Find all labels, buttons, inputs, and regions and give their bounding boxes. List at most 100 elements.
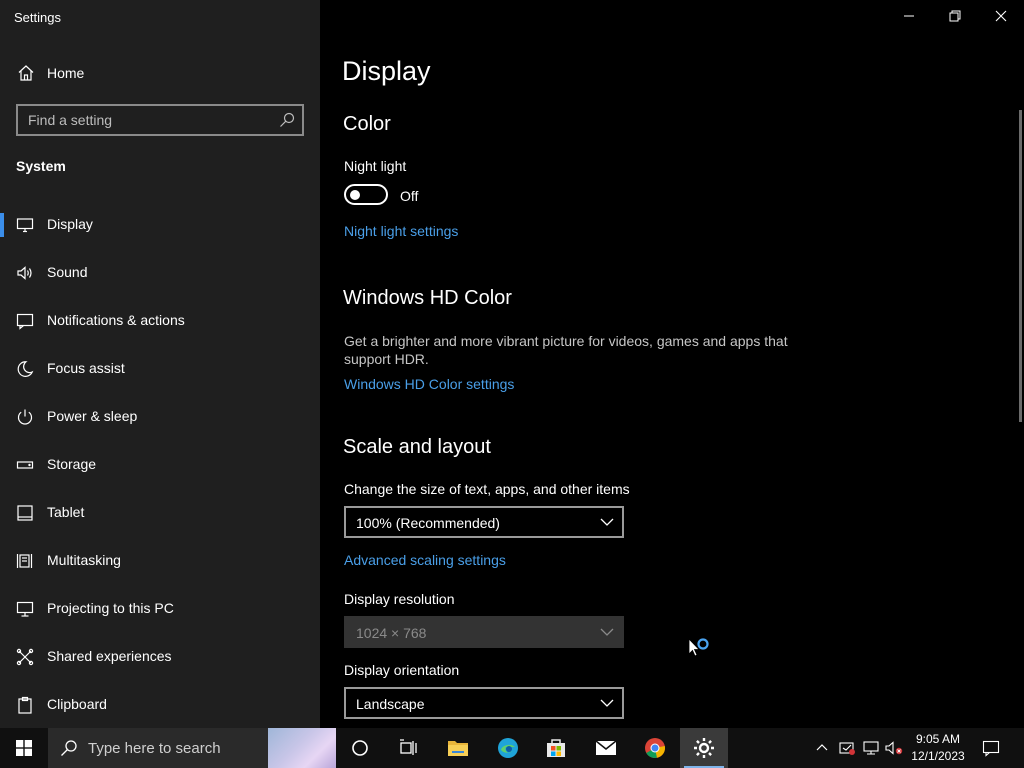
- sidebar-item-notifications[interactable]: Notifications & actions: [0, 297, 320, 345]
- close-icon: [995, 10, 1007, 22]
- windows-logo-icon: [16, 740, 32, 756]
- sidebar-item-label: Clipboard: [47, 696, 107, 712]
- resolution-value: 1024 × 768: [356, 625, 427, 641]
- sidebar-item-tablet[interactable]: Tablet: [0, 489, 320, 537]
- main-content: Display Color Night light Off Night ligh…: [320, 0, 1024, 728]
- resolution-dropdown[interactable]: 1024 × 768: [344, 616, 624, 648]
- night-light-toggle[interactable]: [344, 184, 388, 205]
- sidebar: Settings Home System Display Sound: [0, 0, 320, 728]
- folder-icon: [448, 741, 468, 756]
- sidebar-item-label: Tablet: [47, 504, 85, 520]
- sidebar-item-label: Display: [47, 216, 93, 232]
- store-icon: [547, 739, 565, 757]
- monitor-icon: [16, 218, 34, 233]
- sidebar-item-storage[interactable]: Storage: [0, 441, 320, 489]
- orientation-dropdown[interactable]: Landscape: [344, 687, 624, 719]
- task-view-button[interactable]: [384, 728, 432, 768]
- sidebar-item-sound[interactable]: Sound: [0, 249, 320, 297]
- scrollbar[interactable]: [1019, 110, 1022, 422]
- gear-icon: [694, 738, 714, 758]
- file-explorer-button[interactable]: [434, 728, 482, 768]
- chrome-icon: [645, 738, 666, 759]
- chrome-button[interactable]: [631, 728, 679, 768]
- search-highlight-image: [268, 728, 336, 768]
- chevron-up-icon[interactable]: [816, 742, 828, 752]
- orientation-value: Landscape: [356, 696, 425, 712]
- clock-time: 9:05 AM: [915, 732, 961, 746]
- moon-icon: [17, 361, 34, 377]
- home-icon: [18, 65, 34, 81]
- mail-icon: [595, 740, 617, 755]
- settings-button[interactable]: [680, 728, 728, 768]
- share-icon: [16, 648, 34, 666]
- start-button[interactable]: [0, 728, 48, 768]
- cortana-button[interactable]: [336, 728, 384, 768]
- sidebar-item-label: Shared experiences: [47, 648, 172, 664]
- sidebar-item-power-sleep[interactable]: Power & sleep: [0, 393, 320, 441]
- close-button[interactable]: [978, 0, 1024, 32]
- hd-color-heading: Windows HD Color: [343, 287, 512, 309]
- taskbar-search[interactable]: Type here to search: [48, 728, 336, 768]
- tablet-icon: [17, 505, 33, 521]
- busy-cursor-icon: [688, 638, 709, 657]
- scale-dropdown[interactable]: 100% (Recommended): [344, 506, 624, 538]
- sidebar-item-label: Storage: [47, 456, 97, 472]
- advanced-scaling-link[interactable]: Advanced scaling settings: [344, 552, 506, 568]
- orientation-label: Display orientation: [344, 662, 460, 678]
- page-title: Display: [342, 56, 431, 86]
- taskbar-clock[interactable]: 9:05 AM 12/1/2023: [906, 731, 970, 765]
- volume-muted-icon[interactable]: [884, 739, 904, 757]
- sidebar-item-home[interactable]: Home: [0, 57, 320, 89]
- night-light-settings-link[interactable]: Night light settings: [344, 223, 458, 239]
- scale-value: 100% (Recommended): [356, 515, 500, 531]
- search-icon[interactable]: [279, 112, 295, 128]
- sidebar-item-clipboard[interactable]: Clipboard: [0, 681, 320, 729]
- color-heading: Color: [343, 113, 391, 135]
- sidebar-item-label: Multitasking: [47, 552, 121, 568]
- multitasking-icon: [16, 554, 33, 568]
- hd-color-settings-link[interactable]: Windows HD Color settings: [344, 376, 514, 392]
- projector-icon: [16, 601, 34, 617]
- scale-layout-heading: Scale and layout: [343, 436, 491, 458]
- chevron-down-icon: [600, 628, 614, 636]
- window-controls: [886, 0, 1024, 32]
- taskbar: Type here to search 9:05 AM 12/1/2023: [0, 728, 1024, 768]
- clipboard-icon: [18, 696, 32, 714]
- sidebar-item-label: Home: [47, 65, 85, 81]
- sidebar-item-label: Notifications & actions: [47, 312, 185, 328]
- notification-icon: [16, 313, 34, 330]
- night-light-label: Night light: [344, 158, 407, 174]
- power-icon: [17, 409, 33, 425]
- mail-button[interactable]: [582, 728, 630, 768]
- chevron-down-icon: [600, 518, 614, 526]
- task-view-icon: [400, 739, 417, 755]
- store-button[interactable]: [532, 728, 580, 768]
- hd-color-description: Get a brighter and more vibrant picture …: [344, 333, 788, 367]
- edge-button[interactable]: [484, 728, 532, 768]
- sidebar-item-multitasking[interactable]: Multitasking: [0, 537, 320, 585]
- cortana-icon: [352, 740, 368, 756]
- notification-center-icon[interactable]: [982, 739, 1000, 757]
- section-label: System: [16, 158, 66, 174]
- clock-date: 12/1/2023: [911, 749, 965, 763]
- sidebar-item-projecting[interactable]: Projecting to this PC: [0, 585, 320, 633]
- toggle-knob: [350, 189, 360, 200]
- sidebar-item-display[interactable]: Display: [0, 201, 320, 249]
- restore-button[interactable]: [932, 0, 978, 32]
- speaker-icon: [17, 266, 32, 280]
- search-box[interactable]: [16, 104, 304, 136]
- minimize-button[interactable]: [886, 0, 932, 32]
- night-light-state: Off: [400, 188, 419, 204]
- sidebar-item-shared-experiences[interactable]: Shared experiences: [0, 633, 320, 681]
- storage-icon: [16, 461, 34, 469]
- sidebar-item-label: Projecting to this PC: [47, 600, 174, 616]
- minimize-icon: [904, 15, 914, 17]
- taskbar-search-text: Type here to search: [88, 740, 221, 757]
- sidebar-item-label: Focus assist: [47, 360, 125, 376]
- sidebar-item-focus-assist[interactable]: Focus assist: [0, 345, 320, 393]
- edge-icon: [498, 738, 518, 758]
- app-title: Settings: [14, 10, 61, 25]
- search-input[interactable]: [18, 106, 273, 134]
- security-icon[interactable]: [838, 739, 856, 757]
- network-icon[interactable]: [862, 739, 880, 757]
